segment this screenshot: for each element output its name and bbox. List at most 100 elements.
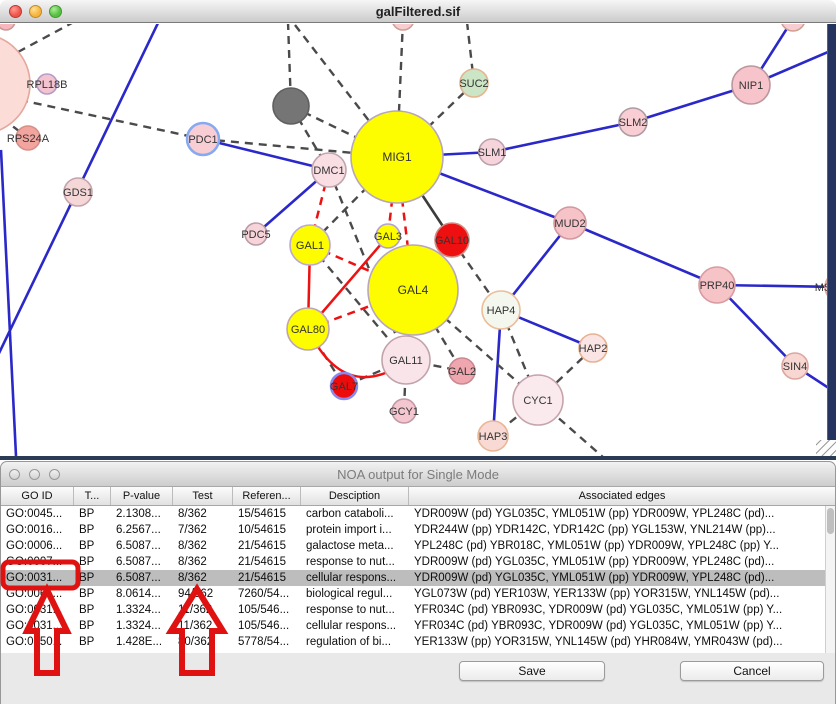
table-cell: BP (74, 634, 111, 650)
node-label: GAL80 (291, 324, 325, 336)
table-cell: GO:0006... (1, 538, 74, 554)
results-table: GO:0045...BP2.1308...8/36215/54615carbon… (1, 506, 825, 653)
node-unlabeled[interactable] (273, 88, 309, 124)
table-cell: 11/362 (173, 602, 233, 618)
table-cell: GO:0007... (1, 554, 74, 570)
table-row[interactable]: GO:0065...BP8.0614...94/3627260/54...bio… (1, 586, 825, 602)
table-row[interactable]: GO:0045...BP2.1308...8/36215/54615carbon… (1, 506, 825, 522)
node-label: GDS1 (63, 187, 93, 199)
table-cell: YPL248C (pd) YBR018C, YML051W (pp) YDR00… (409, 538, 825, 554)
window-edge (827, 24, 836, 444)
node-unlabeled[interactable] (0, 24, 15, 30)
table-cell: protein import i... (301, 522, 409, 538)
table-cell: response to nut... (301, 554, 409, 570)
table-scrollbar[interactable] (825, 506, 835, 653)
noa-window: NOA output for Single Mode GO IDT...P-va… (0, 461, 836, 704)
network-edge[interactable] (570, 223, 717, 285)
table-cell: 21/54615 (233, 554, 301, 570)
screen: galFiltered.sif RPL18BRPS24AGDS1PDC1DMC1… (0, 0, 836, 704)
table-row[interactable]: GO:0031...BP1.3324...11/362105/546...cel… (1, 618, 825, 634)
network-graph[interactable]: RPL18BRPS24AGDS1PDC1DMC1MIG1SUC2SLM1SLM2… (0, 24, 836, 456)
table-cell: GO:0065... (1, 586, 74, 602)
table-cell: YDR009W (pd) YGL035C, YML051W (pp) YDR00… (409, 554, 825, 570)
table-row[interactable]: GO:0007...BP6.5087...8/36221/54615respon… (1, 554, 825, 570)
table-cell: BP (74, 586, 111, 602)
node-label: RPS24A (7, 133, 50, 145)
node-label: GAL10 (435, 235, 469, 247)
table-row[interactable]: GO:0006...BP6.5087...8/36221/54615galact… (1, 538, 825, 554)
node-unlabeled[interactable] (0, 34, 30, 134)
noa-window-titlebar[interactable]: NOA output for Single Mode (1, 462, 835, 487)
table-cell: YFR034C (pd) YBR093C, YDR009W (pd) YGL03… (409, 602, 825, 618)
table-cell: 94/362 (173, 586, 233, 602)
network-edge[interactable] (1, 150, 16, 456)
node-label: GCY1 (389, 406, 419, 418)
column-header[interactable]: T... (74, 487, 111, 505)
table-cell: YDR009W (pd) YGL035C, YML051W (pp) YDR00… (409, 506, 825, 522)
network-edge[interactable] (492, 122, 633, 152)
network-canvas[interactable]: RPL18BRPS24AGDS1PDC1DMC1MIG1SUC2SLM1SLM2… (0, 24, 836, 456)
column-header[interactable]: Referen... (233, 487, 301, 505)
table-row[interactable]: GO:0016...BP6.2567...7/36210/54615protei… (1, 522, 825, 538)
table-row[interactable]: GO:0031...BP1.3324...11/362105/546...res… (1, 602, 825, 618)
column-header[interactable]: P-value (111, 487, 173, 505)
table-row[interactable]: GO:0031...BP6.5087...8/36221/54615cellul… (1, 570, 825, 586)
table-cell: cellular respons... (301, 570, 409, 586)
node-label: GAL3 (374, 231, 402, 243)
network-edge[interactable] (18, 24, 72, 52)
table-cell: 15/54615 (233, 506, 301, 522)
column-header[interactable]: Test (173, 487, 233, 505)
node-label: GAL1 (296, 240, 324, 252)
table-cell: 6.5087... (111, 570, 173, 586)
noa-window-title: NOA output for Single Mode (1, 467, 835, 482)
node-label: HAP3 (479, 431, 508, 443)
node-label: PDC1 (188, 134, 217, 146)
node-label: SLM2 (619, 117, 648, 129)
table-cell: 105/546... (233, 602, 301, 618)
table-cell: 6.5087... (111, 538, 173, 554)
node-label: MUD2 (554, 218, 585, 230)
table-cell: 8/362 (173, 538, 233, 554)
table-cell: 7/362 (173, 522, 233, 538)
table-cell: regulation of bi... (301, 634, 409, 650)
table-cell: cellular respons... (301, 618, 409, 634)
node-unlabeled[interactable] (392, 24, 414, 30)
table-cell: BP (74, 618, 111, 634)
node-label: HAP4 (487, 305, 516, 317)
table-cell: carbon cataboli... (301, 506, 409, 522)
table-cell: 1.3324... (111, 602, 173, 618)
table-cell: BP (74, 602, 111, 618)
table-cell: BP (74, 506, 111, 522)
network-window-title: galFiltered.sif (0, 4, 836, 19)
table-cell: response to nut... (301, 602, 409, 618)
table-cell: 6.5087... (111, 554, 173, 570)
table-cell: YDR009W (pd) YGL035C, YML051W (pp) YDR00… (409, 570, 825, 586)
table-cell: 8.0614... (111, 586, 173, 602)
table-cell: BP (74, 570, 111, 586)
table-cell: GO:0045... (1, 506, 74, 522)
network-window-titlebar[interactable]: galFiltered.sif (0, 0, 836, 23)
table-cell: biological regul... (301, 586, 409, 602)
node-label: CYC1 (523, 395, 552, 407)
node-label: MIG1 (382, 150, 412, 164)
table-cell: BP (74, 522, 111, 538)
network-window: galFiltered.sif RPL18BRPS24AGDS1PDC1DMC1… (0, 0, 836, 460)
table-cell: 10/54615 (233, 522, 301, 538)
table-cell: 21/54615 (233, 570, 301, 586)
column-header[interactable]: Associated edges (409, 487, 835, 505)
table-row[interactable]: GO:0050...BP1.428E...80/3625778/54...reg… (1, 634, 825, 650)
resize-grip-icon[interactable] (816, 440, 836, 456)
table-cell: 1.428E... (111, 634, 173, 650)
table-cell: YDR244W (pp) YDR142C, YDR142C (pp) YGL15… (409, 522, 825, 538)
node-label: PDC5 (241, 229, 270, 241)
table-cell: YFR034C (pd) YBR093C, YDR009W (pd) YGL03… (409, 618, 825, 634)
column-header[interactable]: GO ID (1, 487, 74, 505)
node-label: SLM1 (478, 147, 507, 159)
column-header[interactable]: Desciption (301, 487, 409, 505)
cancel-button[interactable]: Cancel (680, 661, 824, 681)
table-header: GO IDT...P-valueTestReferen...Desciption… (1, 487, 835, 506)
scrollbar-thumb[interactable] (827, 508, 834, 534)
save-button[interactable]: Save (459, 661, 605, 681)
node-label: HAP2 (579, 343, 608, 355)
table-cell: GO:0016... (1, 522, 74, 538)
